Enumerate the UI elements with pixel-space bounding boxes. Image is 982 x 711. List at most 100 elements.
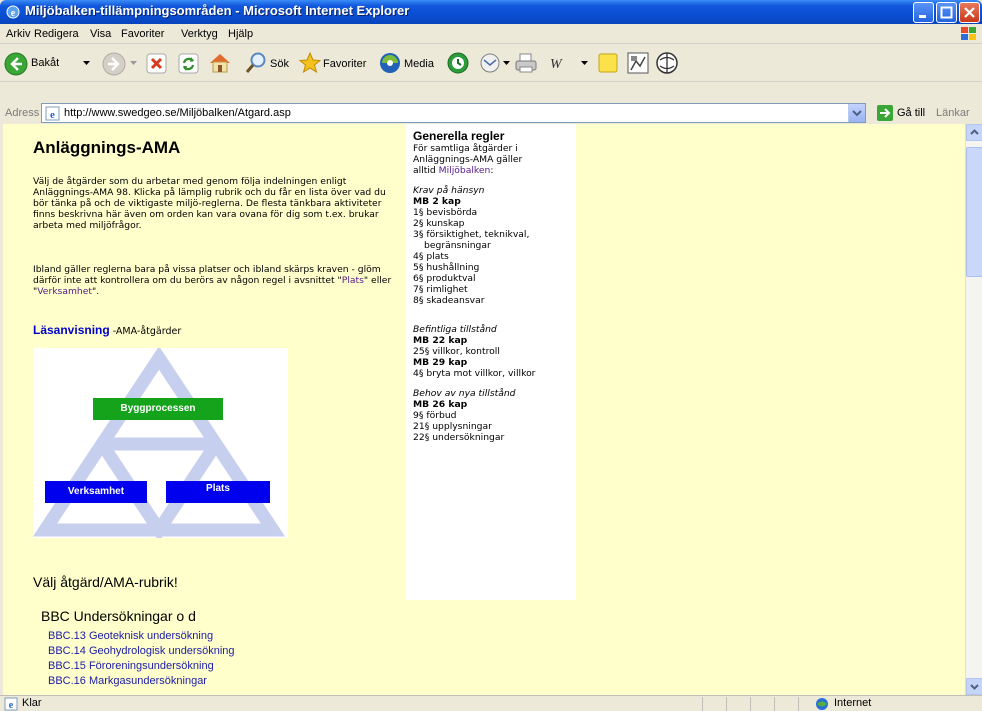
mb-22-kap: MB 22 kap <box>413 335 468 346</box>
scroll-down-button[interactable] <box>966 678 982 695</box>
menu-hjalp[interactable]: Hjälp <box>228 28 253 40</box>
go-button[interactable]: Gå till <box>897 107 925 119</box>
rule-item: 3§ försiktighet, teknikval, <box>413 229 530 240</box>
minimize-icon <box>919 15 926 18</box>
links-label[interactable]: Länkar <box>936 107 970 119</box>
page-icon: e <box>45 106 60 121</box>
rule-item: 25§ villkor, kontroll <box>413 346 500 357</box>
rule-item: 1§ bevisbörda <box>413 207 478 218</box>
note-text-end: ". <box>92 286 100 297</box>
byggprocessen-label: Byggprocessen <box>120 403 196 414</box>
bbc-item-14-link[interactable]: BBC.14 Geohydrologisk undersökning <box>48 644 235 659</box>
star-icon <box>298 51 322 74</box>
svg-text:W: W <box>550 57 563 72</box>
internet-globe-icon <box>816 698 828 710</box>
search-icon <box>245 52 266 73</box>
internet-explorer-icon: e <box>6 5 20 19</box>
back-dropdown-icon[interactable] <box>83 61 90 66</box>
status-divider <box>774 697 775 711</box>
vertical-scrollbar[interactable] <box>965 124 982 695</box>
reading-guide-link[interactable]: Läsanvisning <box>33 323 110 337</box>
title-bar: e Miljöbalken-tillämpningsområden - Micr… <box>0 0 982 24</box>
forward-dropdown-icon[interactable] <box>130 61 137 66</box>
chevron-down-icon <box>970 684 979 690</box>
verksamhet-link[interactable]: Verksamhet <box>37 286 92 297</box>
miljobalken-link[interactable]: Miljöbalken <box>439 165 491 176</box>
minimize-button[interactable] <box>913 2 934 23</box>
chevron-up-icon <box>970 129 979 135</box>
bbc-heading: BBC Undersökningar o d <box>41 608 196 624</box>
edit-dropdown-icon[interactable] <box>581 61 588 66</box>
messenger-icon[interactable] <box>626 51 650 75</box>
menu-arkiv[interactable]: Arkiv <box>6 28 30 40</box>
forward-arrow-icon[interactable] <box>102 52 126 76</box>
rule-item: 7§ rimlighet <box>413 284 468 295</box>
status-divider <box>702 697 703 711</box>
menu-bar: Arkiv Redigera Visa Favoriter Verktyg Hj… <box>0 24 982 44</box>
search-button[interactable]: Sök <box>244 51 294 77</box>
byggprocessen-box[interactable]: Byggprocessen <box>93 398 223 420</box>
rules-intro-text: alltid <box>413 165 439 176</box>
bbc-item-16-link[interactable]: BBC.16 Markgasundersökningar <box>48 674 235 689</box>
mail-icon[interactable] <box>478 52 502 74</box>
section-heading-befintliga: Befintliga tillstånd <box>413 324 497 335</box>
rule-item: 22§ undersökningar <box>413 432 505 443</box>
menu-favoriter[interactable]: Favoriter <box>121 28 164 40</box>
rules-intro-colon: : <box>490 165 494 176</box>
plats-label: Plats <box>206 483 230 494</box>
menu-visa[interactable]: Visa <box>90 28 111 40</box>
back-arrow-icon <box>4 52 28 76</box>
plats-box[interactable]: Plats <box>166 481 270 503</box>
rule-item: 4§ plats <box>413 251 449 262</box>
maximize-icon <box>940 6 953 19</box>
back-button[interactable]: Bakåt <box>4 51 64 77</box>
note-paragraph: Ibland gäller reglerna bara på vissa pla… <box>33 264 393 297</box>
rules-intro-line1: För samtliga åtgärder i <box>413 143 518 154</box>
note-icon[interactable] <box>596 51 620 75</box>
verksamhet-label: Verksamhet <box>67 486 125 497</box>
stop-icon[interactable] <box>146 53 167 74</box>
rule-item: 5§ hushållning <box>413 262 480 273</box>
favorites-button[interactable]: Favoriter <box>298 51 374 77</box>
media-icon <box>380 53 400 73</box>
go-arrow-icon[interactable] <box>876 104 894 122</box>
bbc-item-15-link[interactable]: BBC.15 Föroreningsundersökning <box>48 659 235 674</box>
toolbar: Bakåt Sök Favoriter Media W <box>0 45 982 82</box>
verksamhet-box[interactable]: Verksamhet <box>45 481 147 503</box>
rule-item: 4§ bryta mot villkor, villkor <box>413 368 536 379</box>
plats-link[interactable]: Plats <box>342 275 364 286</box>
menu-redigera[interactable]: Redigera <box>34 28 79 40</box>
close-button[interactable] <box>959 2 980 23</box>
history-icon[interactable] <box>446 51 470 75</box>
choose-heading: Välj åtgärd/AMA-rubrik! <box>33 574 178 590</box>
refresh-icon[interactable] <box>178 53 199 74</box>
print-icon[interactable] <box>514 51 538 75</box>
address-field[interactable]: e http://www.swedgeo.se/Miljöbalken/Atga… <box>41 103 866 123</box>
page-status-icon: e <box>4 697 18 711</box>
intro-paragraph: Välj de åtgärder som du arbetar med geno… <box>33 176 386 231</box>
home-icon[interactable] <box>208 51 232 75</box>
mb-2-kap: MB 2 kap <box>413 196 461 207</box>
reading-guide-row: Läsanvisning -AMA-åtgärder <box>33 319 181 338</box>
mb-29-kap: MB 29 kap <box>413 357 468 368</box>
page-title: Anläggnings-AMA <box>33 138 181 157</box>
address-dropdown-button[interactable] <box>848 104 865 122</box>
word-icon[interactable]: W <box>548 53 570 73</box>
scroll-thumb[interactable] <box>966 147 982 277</box>
mail-dropdown-icon[interactable] <box>503 61 510 66</box>
menu-verktyg[interactable]: Verktyg <box>181 28 218 40</box>
rule-item: 21§ upplysningar <box>413 421 492 432</box>
bbc-item-13-link[interactable]: BBC.13 Geoteknisk undersökning <box>48 629 235 644</box>
svg-text:e: e <box>11 8 16 19</box>
maximize-button[interactable] <box>936 2 957 23</box>
media-button[interactable]: Media <box>378 51 440 77</box>
research-icon[interactable] <box>655 51 679 75</box>
svg-text:e: e <box>9 700 14 711</box>
rules-title: Generella regler <box>413 129 505 143</box>
scroll-up-button[interactable] <box>966 124 982 141</box>
close-icon <box>964 7 975 18</box>
